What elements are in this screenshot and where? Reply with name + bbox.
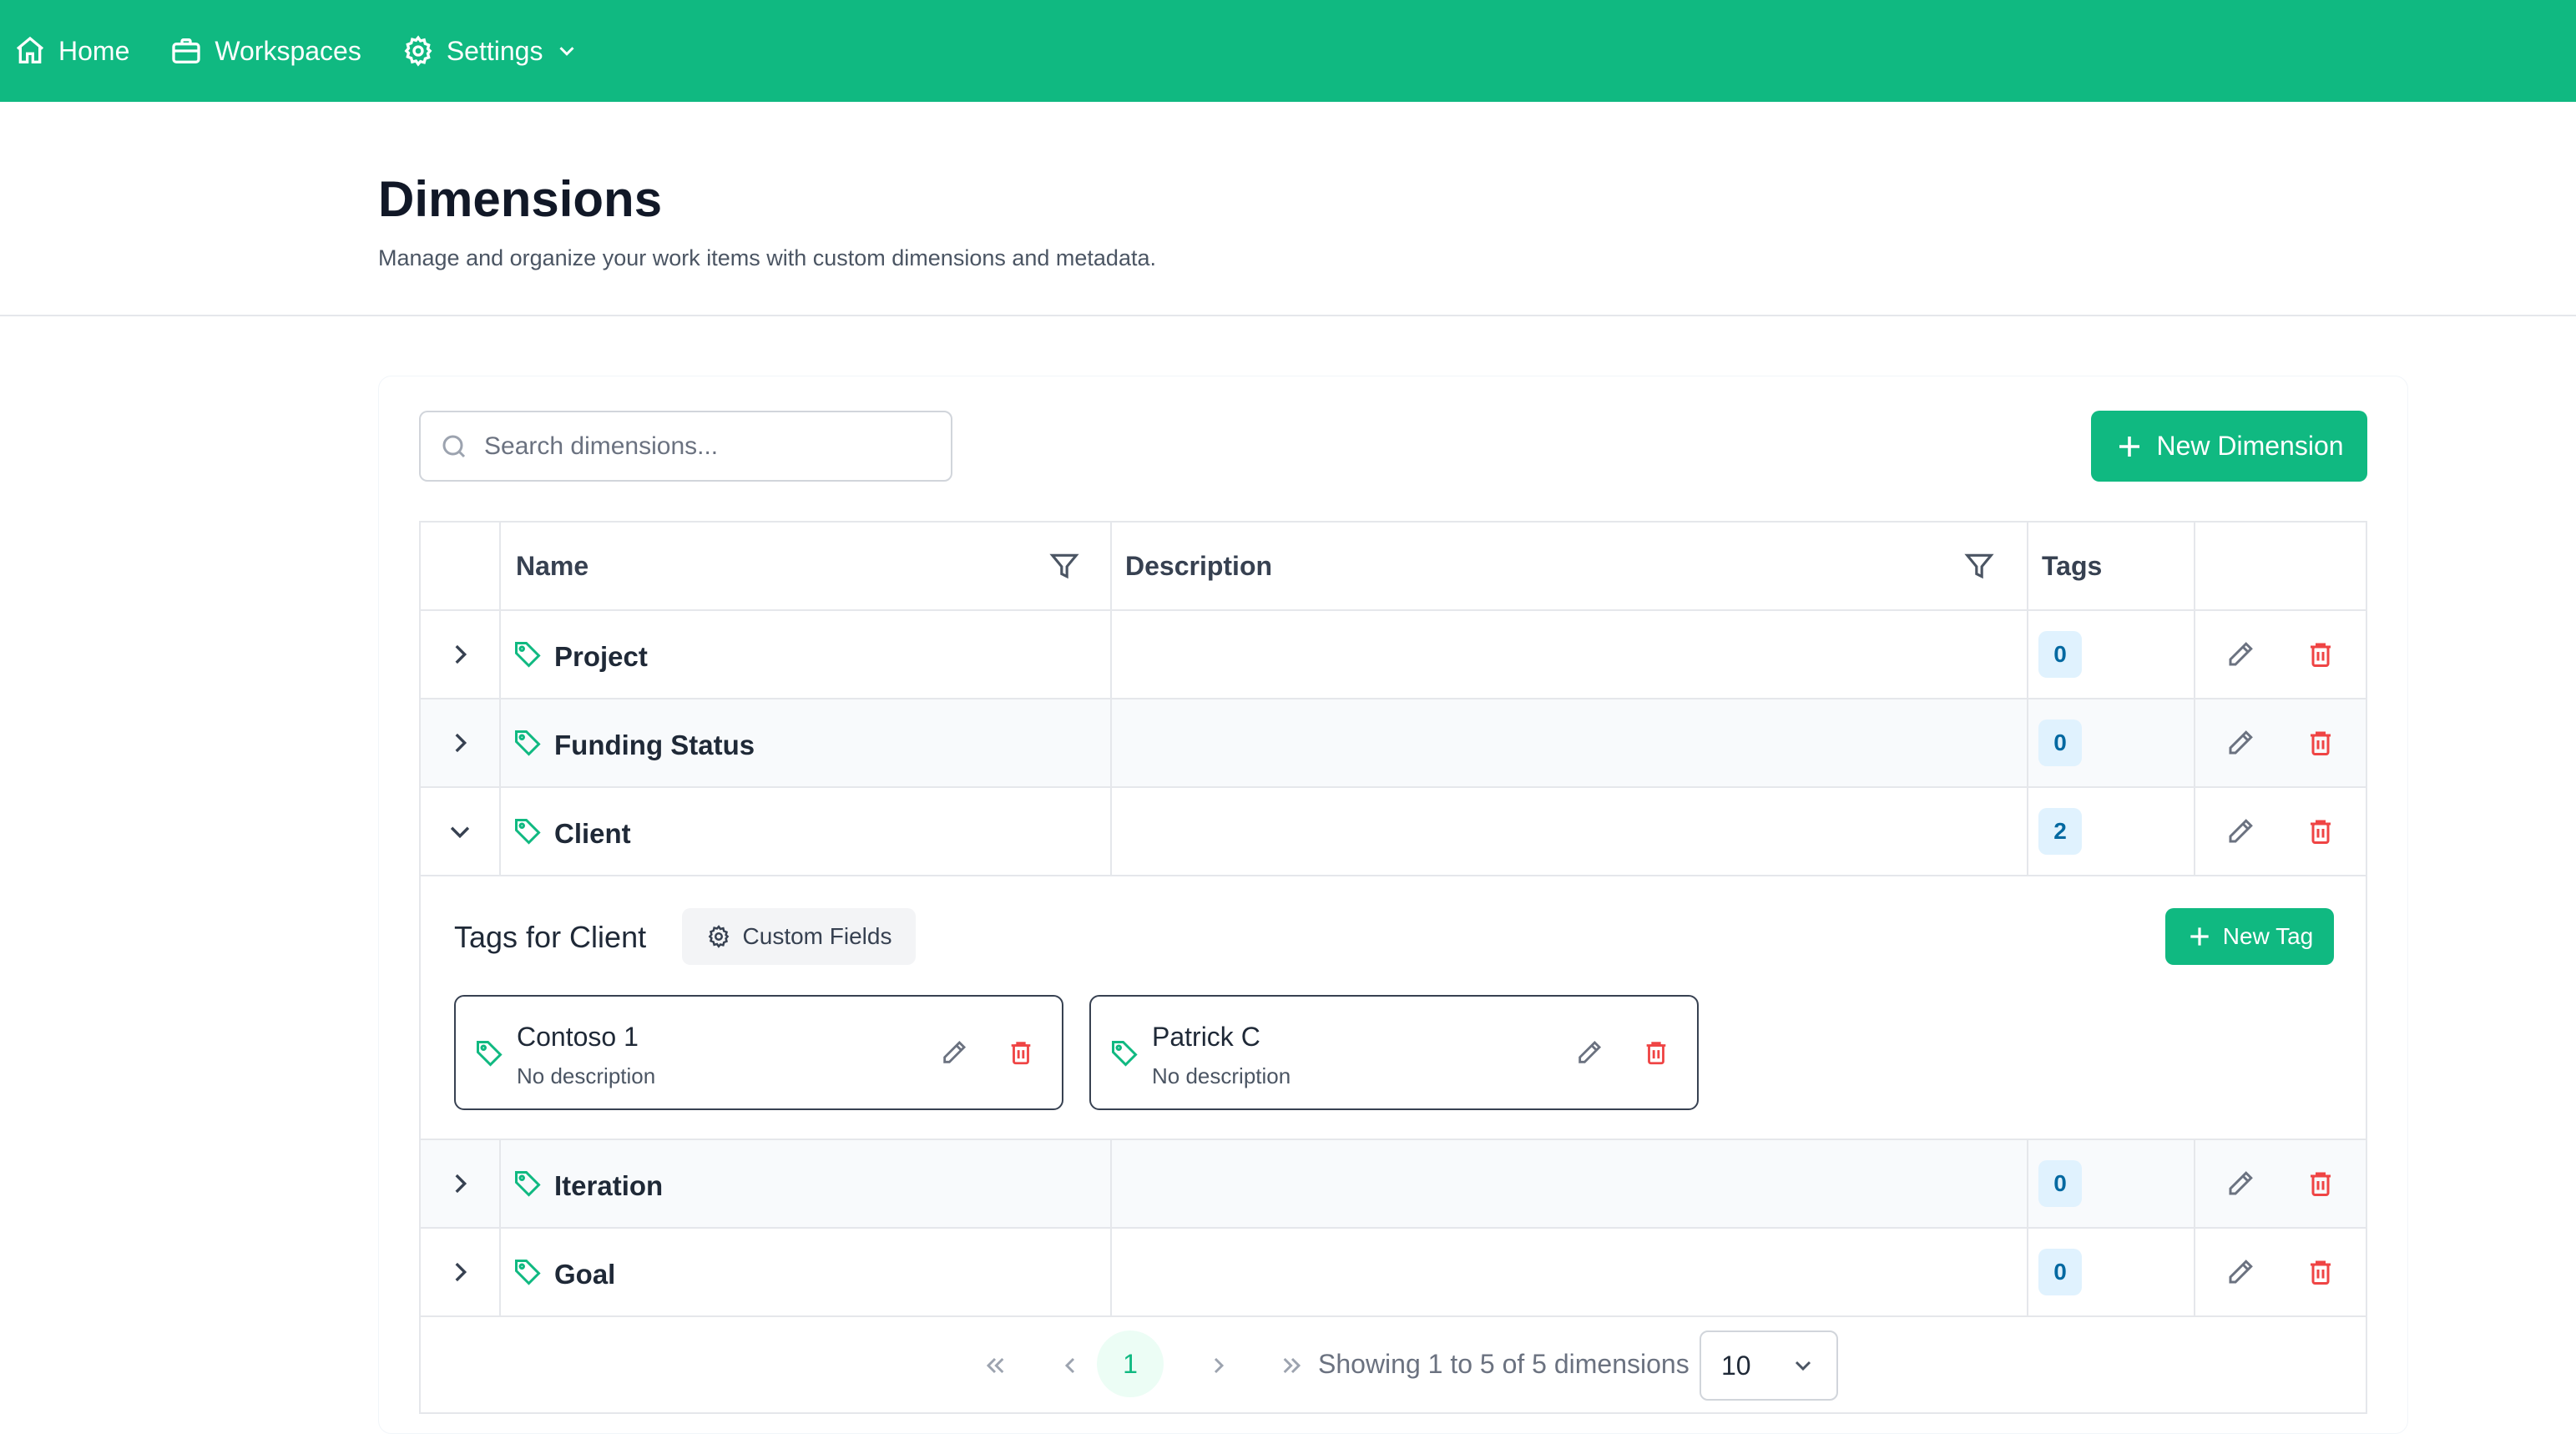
tag-name: Patrick C <box>1152 1022 1260 1052</box>
tag-description: No description <box>517 1063 656 1088</box>
tag-count-badge: 0 <box>2038 720 2082 766</box>
chevron-down-icon[interactable] <box>446 817 474 846</box>
custom-fields-button[interactable]: Custom Fields <box>682 908 916 965</box>
search-icon <box>442 435 466 457</box>
trash-icon[interactable] <box>1007 1038 1035 1067</box>
table-row[interactable]: Iteration 0 <box>421 1140 2366 1229</box>
page-size-select[interactable]: 10 <box>1700 1330 1838 1401</box>
chevron-right-icon[interactable] <box>446 729 474 757</box>
dimension-name: Goal <box>554 1259 616 1290</box>
tag-icon <box>1112 1041 1138 1067</box>
tag-icon <box>515 642 541 668</box>
pagination-info: Showing 1 to 5 of 5 dimensions <box>1318 1349 1690 1379</box>
tag-card[interactable]: Contoso 1 No description <box>454 995 1063 1110</box>
filter-icon[interactable] <box>1048 550 1080 582</box>
trash-icon[interactable] <box>2306 1169 2336 1199</box>
nav-home-label: Home <box>58 35 130 66</box>
chevron-right-icon[interactable] <box>446 1258 474 1286</box>
new-dimension-label: New Dimension <box>2156 431 2344 461</box>
tag-icon <box>477 1041 503 1067</box>
new-tag-label: New Tag <box>2222 923 2314 949</box>
table-header: Name Description Tags <box>421 523 2366 611</box>
chevron-right-icon[interactable] <box>446 1169 474 1198</box>
gear-icon <box>708 925 729 948</box>
dimension-name: Client <box>554 818 631 849</box>
chevron-right-icon <box>1214 1357 1225 1374</box>
page-title: Dimensions <box>378 171 663 227</box>
table-row[interactable]: Project 0 <box>421 611 2366 699</box>
tag-count-badge: 0 <box>2038 1249 2082 1295</box>
column-header-tags: Tags <box>2042 550 2103 581</box>
table-row[interactable]: Goal 0 <box>421 1229 2366 1317</box>
page-number-current[interactable]: 1 <box>1097 1330 1164 1397</box>
nav-settings-label: Settings <box>446 35 543 66</box>
plus-icon <box>2119 436 2140 457</box>
search-box[interactable] <box>419 411 952 482</box>
pencil-icon[interactable] <box>1575 1038 1604 1067</box>
chevrons-right-icon <box>1283 1357 1301 1374</box>
client-tags-panel: Tags for Client Custom Fields New Tag Co… <box>421 878 2366 1140</box>
pencil-icon[interactable] <box>2225 728 2255 758</box>
dimensions-table: Name Description Tags Project 0 Funding … <box>419 521 2367 1414</box>
trash-icon[interactable] <box>1642 1038 1670 1067</box>
tag-icon <box>515 1260 541 1285</box>
next-page-button[interactable] <box>1194 1317 1244 1414</box>
column-header-description: Description <box>1125 550 1273 581</box>
plus-icon <box>2190 927 2209 946</box>
trash-icon[interactable] <box>2306 1257 2336 1287</box>
page-subtitle: Manage and organize your work items with… <box>378 245 1156 270</box>
top-nav: Home Workspaces Settings <box>0 0 2576 102</box>
nav-workspaces-label: Workspaces <box>215 35 361 66</box>
tag-count-badge: 0 <box>2038 1160 2082 1207</box>
briefcase-icon <box>172 38 201 63</box>
search-input[interactable] <box>484 432 918 461</box>
first-page-button[interactable] <box>970 1317 1020 1414</box>
tag-name: Contoso 1 <box>517 1022 639 1052</box>
tag-count-badge: 0 <box>2038 631 2082 678</box>
chevron-down-icon <box>1795 1361 1811 1371</box>
tag-card[interactable]: Patrick C No description <box>1089 995 1699 1110</box>
chevron-left-icon <box>1064 1357 1075 1374</box>
tag-icon <box>515 1171 541 1197</box>
column-header-name: Name <box>516 550 589 581</box>
tag-icon <box>515 819 541 845</box>
chevron-down-icon <box>559 47 575 56</box>
page-header: Dimensions Manage and organize your work… <box>0 102 2576 316</box>
pencil-icon[interactable] <box>940 1038 968 1067</box>
dimension-name: Project <box>554 641 648 672</box>
page-size-value: 10 <box>1721 1350 1751 1381</box>
prev-page-button[interactable] <box>1045 1317 1095 1414</box>
chevron-right-icon[interactable] <box>446 640 474 669</box>
trash-icon[interactable] <box>2306 639 2336 669</box>
home-icon <box>16 36 44 63</box>
pencil-icon[interactable] <box>2225 639 2255 669</box>
new-dimension-button[interactable]: New Dimension <box>2091 411 2367 482</box>
nav-workspaces[interactable]: Workspaces <box>169 34 361 68</box>
gear-icon <box>404 35 432 67</box>
pagination: 1 Showing 1 to 5 of 5 dimensions 10 <box>421 1317 2366 1414</box>
chevrons-left-icon <box>986 1357 1004 1374</box>
tag-description: No description <box>1152 1063 1291 1088</box>
tag-icon <box>515 730 541 756</box>
tag-count-badge: 2 <box>2038 808 2082 855</box>
last-page-button[interactable] <box>1267 1317 1317 1414</box>
dimension-name: Funding Status <box>554 730 755 760</box>
new-tag-button[interactable]: New Tag <box>2165 908 2334 965</box>
nav-home[interactable]: Home <box>13 34 129 68</box>
pencil-icon[interactable] <box>2225 1169 2255 1199</box>
tags-panel-title: Tags for Client <box>454 920 647 954</box>
filter-icon[interactable] <box>1963 550 1995 582</box>
table-row[interactable]: Client 2 <box>421 788 2366 876</box>
dimension-name: Iteration <box>554 1170 664 1201</box>
trash-icon[interactable] <box>2306 816 2336 846</box>
trash-icon[interactable] <box>2306 728 2336 758</box>
pencil-icon[interactable] <box>2225 1257 2255 1287</box>
nav-settings[interactable]: Settings <box>402 34 580 68</box>
pencil-icon[interactable] <box>2225 816 2255 846</box>
custom-fields-label: Custom Fields <box>742 923 892 949</box>
table-row[interactable]: Funding Status 0 <box>421 699 2366 788</box>
